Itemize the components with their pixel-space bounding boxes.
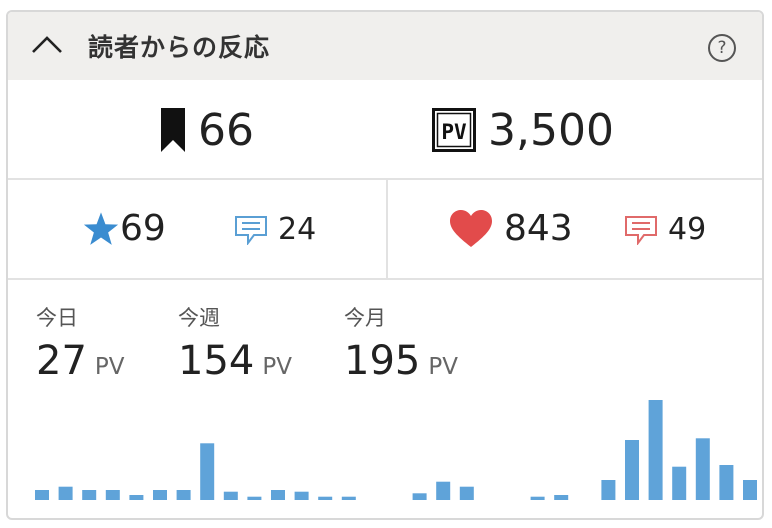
pv-bar[interactable] xyxy=(672,466,687,500)
pv-bar[interactable] xyxy=(200,443,215,500)
pv-bar[interactable] xyxy=(459,486,474,500)
pv-bar[interactable] xyxy=(223,491,238,500)
reactions-row: 69 24 843 49 xyxy=(8,180,762,280)
pv-bar[interactable] xyxy=(35,490,49,500)
reader-reactions-panel: 読者からの反応 ? 66 PV 3,500 69 24 843 49 今日 27… xyxy=(6,10,764,520)
pv-bar[interactable] xyxy=(294,491,309,500)
pv-bar[interactable] xyxy=(341,496,356,500)
chevron-up-icon[interactable] xyxy=(30,30,64,60)
bookmark-total[interactable]: 66 xyxy=(160,104,254,156)
star-count-group[interactable]: 69 xyxy=(82,208,166,249)
pv-bar[interactable] xyxy=(625,440,639,500)
pv-bar[interactable] xyxy=(412,493,427,500)
question-mark-circle-icon[interactable]: ? xyxy=(708,34,736,62)
pv-bar[interactable] xyxy=(247,496,262,500)
like-comment-count: 49 xyxy=(668,212,707,247)
totals-row: 66 PV 3,500 xyxy=(8,80,762,180)
pv-bar[interactable] xyxy=(105,490,120,500)
star-comment-group[interactable]: 24 xyxy=(234,212,316,247)
star-comment-count: 24 xyxy=(278,212,317,247)
like-count-group[interactable]: 843 xyxy=(448,208,573,249)
pv-bar[interactable] xyxy=(58,486,73,500)
pv-bar[interactable] xyxy=(82,490,97,500)
bookmark-icon xyxy=(161,108,185,152)
bookmark-count: 66 xyxy=(198,104,254,156)
pv-bar[interactable] xyxy=(129,495,144,500)
comment-icon xyxy=(235,215,267,245)
pv-bar[interactable] xyxy=(743,480,757,500)
pv-bar[interactable] xyxy=(271,490,285,500)
panel-title: 読者からの反応 xyxy=(88,33,271,62)
like-comment-group[interactable]: 49 xyxy=(624,212,706,247)
pv-bar[interactable] xyxy=(318,496,333,500)
pv-bar[interactable] xyxy=(153,490,167,500)
pv-bar[interactable] xyxy=(601,480,616,500)
pv-bar[interactable] xyxy=(695,438,710,500)
pv-bar[interactable] xyxy=(176,490,191,500)
pv-bar[interactable] xyxy=(554,495,569,500)
pv-bar[interactable] xyxy=(436,481,451,500)
panel-header: 読者からの反応 ? xyxy=(8,12,762,80)
pv-bar[interactable] xyxy=(648,400,663,500)
heart-icon xyxy=(450,209,492,247)
pageview-count: 3,500 xyxy=(488,104,614,156)
reactions-divider xyxy=(386,180,388,278)
pageview-stats: 今日 27 PV 今週 154 PV 今月 195 PV xyxy=(8,280,762,518)
star-icon xyxy=(83,211,119,245)
comment-icon xyxy=(625,215,657,245)
pv-badge-label: PV xyxy=(441,120,467,144)
pageview-total: PV 3,500 xyxy=(432,104,614,156)
star-count: 69 xyxy=(120,208,166,249)
pv-badge-icon: PV xyxy=(432,108,476,152)
daily-pageview-bar-chart xyxy=(35,400,757,500)
pv-bar[interactable] xyxy=(719,465,734,500)
pv-bar[interactable] xyxy=(530,496,545,500)
like-count: 843 xyxy=(504,208,573,249)
